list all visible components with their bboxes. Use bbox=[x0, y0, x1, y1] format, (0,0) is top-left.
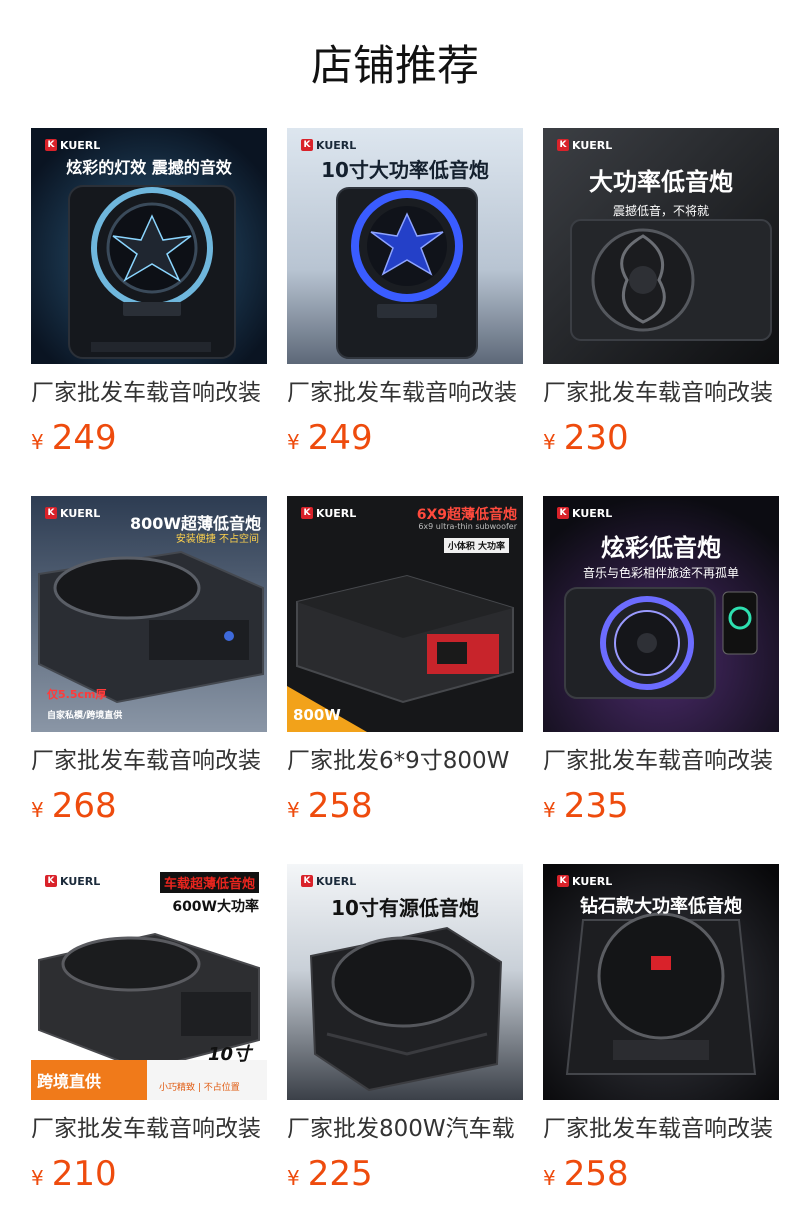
image-tag: 仅5.5cm厚 bbox=[47, 688, 107, 701]
product-image[interactable]: K KUERL 大功率低音炮 震撼低音，不将就 bbox=[543, 128, 779, 364]
product-card[interactable]: K KUERL 10寸大功率低音炮 厂家批发车载音响改装 ¥ 249 bbox=[287, 128, 523, 496]
image-headline: 炫彩低音炮 bbox=[601, 534, 721, 562]
product-price: ¥ 249 bbox=[287, 418, 523, 458]
product-price: ¥ 249 bbox=[31, 418, 267, 458]
currency-symbol: ¥ bbox=[31, 798, 44, 822]
product-card[interactable]: K KUERL 钻石款大功率低音炮 厂家批发车载音响改装 ¥ 258 bbox=[543, 864, 779, 1232]
currency-symbol: ¥ bbox=[287, 430, 300, 454]
image-headline: 6X9超薄低音炮 bbox=[416, 507, 517, 523]
image-subline: 6x9 ultra-thin subwoofer bbox=[418, 522, 517, 531]
image-headline: 炫彩的灯效 震撼的音效 bbox=[66, 158, 232, 177]
product-image[interactable]: K KUERL 800W超薄低音炮 安装便捷 不占空间 仅5.5cm厚 自家私模/… bbox=[31, 496, 267, 732]
product-image[interactable]: K KUERL 6X9超薄低音炮 6x9 ultra-thin subwoofer… bbox=[287, 496, 523, 732]
brand-logo: K KUERL bbox=[41, 137, 106, 153]
product-card[interactable]: K KUERL 炫彩低音炮 音乐与色彩相伴旅途不再孤单 厂家批发车载音响改装 ¥ … bbox=[543, 496, 779, 864]
product-name[interactable]: 厂家批发6*9寸800W bbox=[287, 746, 523, 776]
product-image[interactable]: K KUERL 炫彩的灯效 震撼的音效 bbox=[31, 128, 267, 364]
brand-logo: K KUERL bbox=[297, 137, 362, 153]
brand-logo: K KUERL bbox=[297, 505, 362, 521]
image-subline: 震撼低音，不将就 bbox=[612, 204, 709, 218]
page-title: 店铺推荐 bbox=[310, 41, 479, 90]
product-name[interactable]: 厂家批发车载音响改装 bbox=[31, 746, 267, 776]
product-name[interactable]: 厂家批发车载音响改装 bbox=[287, 378, 523, 408]
image-subline: 音乐与色彩相伴旅途不再孤单 bbox=[582, 566, 739, 580]
product-grid: K KUERL 炫彩的灯效 震撼的音效 厂家批发车载音响改装 ¥ 249 K KUE… bbox=[31, 128, 779, 1232]
image-subline: 600W大功率 bbox=[172, 899, 259, 915]
currency-symbol: ¥ bbox=[287, 798, 300, 822]
price-amount: 230 bbox=[563, 418, 629, 458]
image-subline: 安装便捷 不占空间 bbox=[175, 534, 259, 545]
image-tag: 10寸 bbox=[207, 1044, 251, 1065]
image-tag: 小体积 大功率 bbox=[443, 538, 509, 553]
product-image[interactable]: K KUERL 10寸有源低音炮 bbox=[287, 864, 523, 1100]
image-tag: 跨境直供 bbox=[37, 1072, 102, 1091]
brand-logo: K KUERL bbox=[553, 873, 618, 889]
currency-symbol: ¥ bbox=[543, 798, 556, 822]
product-name[interactable]: 厂家批发车载音响改装 bbox=[543, 378, 779, 408]
product-card[interactable]: K KUERL 大功率低音炮 震撼低音，不将就 厂家批发车载音响改装 ¥ 230 bbox=[543, 128, 779, 496]
brand-logo: K KUERL bbox=[41, 873, 106, 889]
price-amount: 235 bbox=[563, 786, 629, 826]
product-name[interactable]: 厂家批发车载音响改装 bbox=[543, 1114, 779, 1144]
product-price: ¥ 268 bbox=[31, 786, 267, 826]
currency-symbol: ¥ bbox=[31, 430, 44, 454]
currency-symbol: ¥ bbox=[543, 430, 556, 454]
currency-symbol: ¥ bbox=[543, 1166, 556, 1190]
product-card[interactable]: K KUERL 6X9超薄低音炮 6x9 ultra-thin subwoofer… bbox=[287, 496, 523, 864]
product-image[interactable]: K KUERL 车载超薄低音炮 600W大功率 10寸 跨境直供 小巧精致 | 不… bbox=[31, 864, 267, 1100]
product-card[interactable]: K KUERL 10寸有源低音炮 厂家批发800W汽车载 ¥ 225 bbox=[287, 864, 523, 1232]
price-amount: 258 bbox=[307, 786, 373, 826]
image-headline: 10寸有源低音炮 bbox=[331, 896, 479, 920]
image-headline: 10寸大功率低音炮 bbox=[321, 158, 489, 182]
price-amount: 210 bbox=[51, 1154, 117, 1194]
price-amount: 249 bbox=[307, 418, 373, 458]
image-tag: 自家私模/跨境直供 bbox=[47, 711, 123, 721]
product-price: ¥ 258 bbox=[287, 786, 523, 826]
brand-logo: K KUERL bbox=[553, 505, 618, 521]
product-image[interactable]: K KUERL 10寸大功率低音炮 bbox=[287, 128, 523, 364]
image-headline: 车载超薄低音炮 bbox=[159, 872, 259, 893]
product-name[interactable]: 厂家批发车载音响改装 bbox=[543, 746, 779, 776]
image-tag: 800W bbox=[293, 706, 341, 724]
product-image[interactable]: K KUERL 炫彩低音炮 音乐与色彩相伴旅途不再孤单 bbox=[543, 496, 779, 732]
product-price: ¥ 235 bbox=[543, 786, 779, 826]
currency-symbol: ¥ bbox=[287, 1166, 300, 1190]
product-price: ¥ 258 bbox=[543, 1154, 779, 1194]
product-card[interactable]: K KUERL 炫彩的灯效 震撼的音效 厂家批发车载音响改装 ¥ 249 bbox=[31, 128, 267, 496]
price-amount: 225 bbox=[307, 1154, 373, 1194]
image-tag: 小巧精致 | 不占位置 bbox=[159, 1083, 240, 1093]
product-name[interactable]: 厂家批发车载音响改装 bbox=[31, 1114, 267, 1144]
image-headline: 大功率低音炮 bbox=[589, 168, 733, 196]
product-price: ¥ 225 bbox=[287, 1154, 523, 1194]
product-price: ¥ 230 bbox=[543, 418, 779, 458]
price-amount: 268 bbox=[51, 786, 117, 826]
image-headline: 钻石款大功率低音炮 bbox=[580, 896, 742, 917]
currency-symbol: ¥ bbox=[31, 1166, 44, 1190]
product-card[interactable]: K KUERL 车载超薄低音炮 600W大功率 10寸 跨境直供 小巧精致 | 不… bbox=[31, 864, 267, 1232]
product-card[interactable]: K KUERL 800W超薄低音炮 安装便捷 不占空间 仅5.5cm厚 自家私模/… bbox=[31, 496, 267, 864]
price-amount: 258 bbox=[563, 1154, 629, 1194]
subwoofer-illustration bbox=[287, 496, 523, 732]
product-price: ¥ 210 bbox=[31, 1154, 267, 1194]
product-name[interactable]: 厂家批发800W汽车载 bbox=[287, 1114, 523, 1144]
product-image[interactable]: K KUERL 钻石款大功率低音炮 bbox=[543, 864, 779, 1100]
brand-logo: K KUERL bbox=[553, 137, 618, 153]
price-amount: 249 bbox=[51, 418, 117, 458]
brand-logo: K KUERL bbox=[297, 873, 362, 889]
product-name[interactable]: 厂家批发车载音响改装 bbox=[31, 378, 267, 408]
